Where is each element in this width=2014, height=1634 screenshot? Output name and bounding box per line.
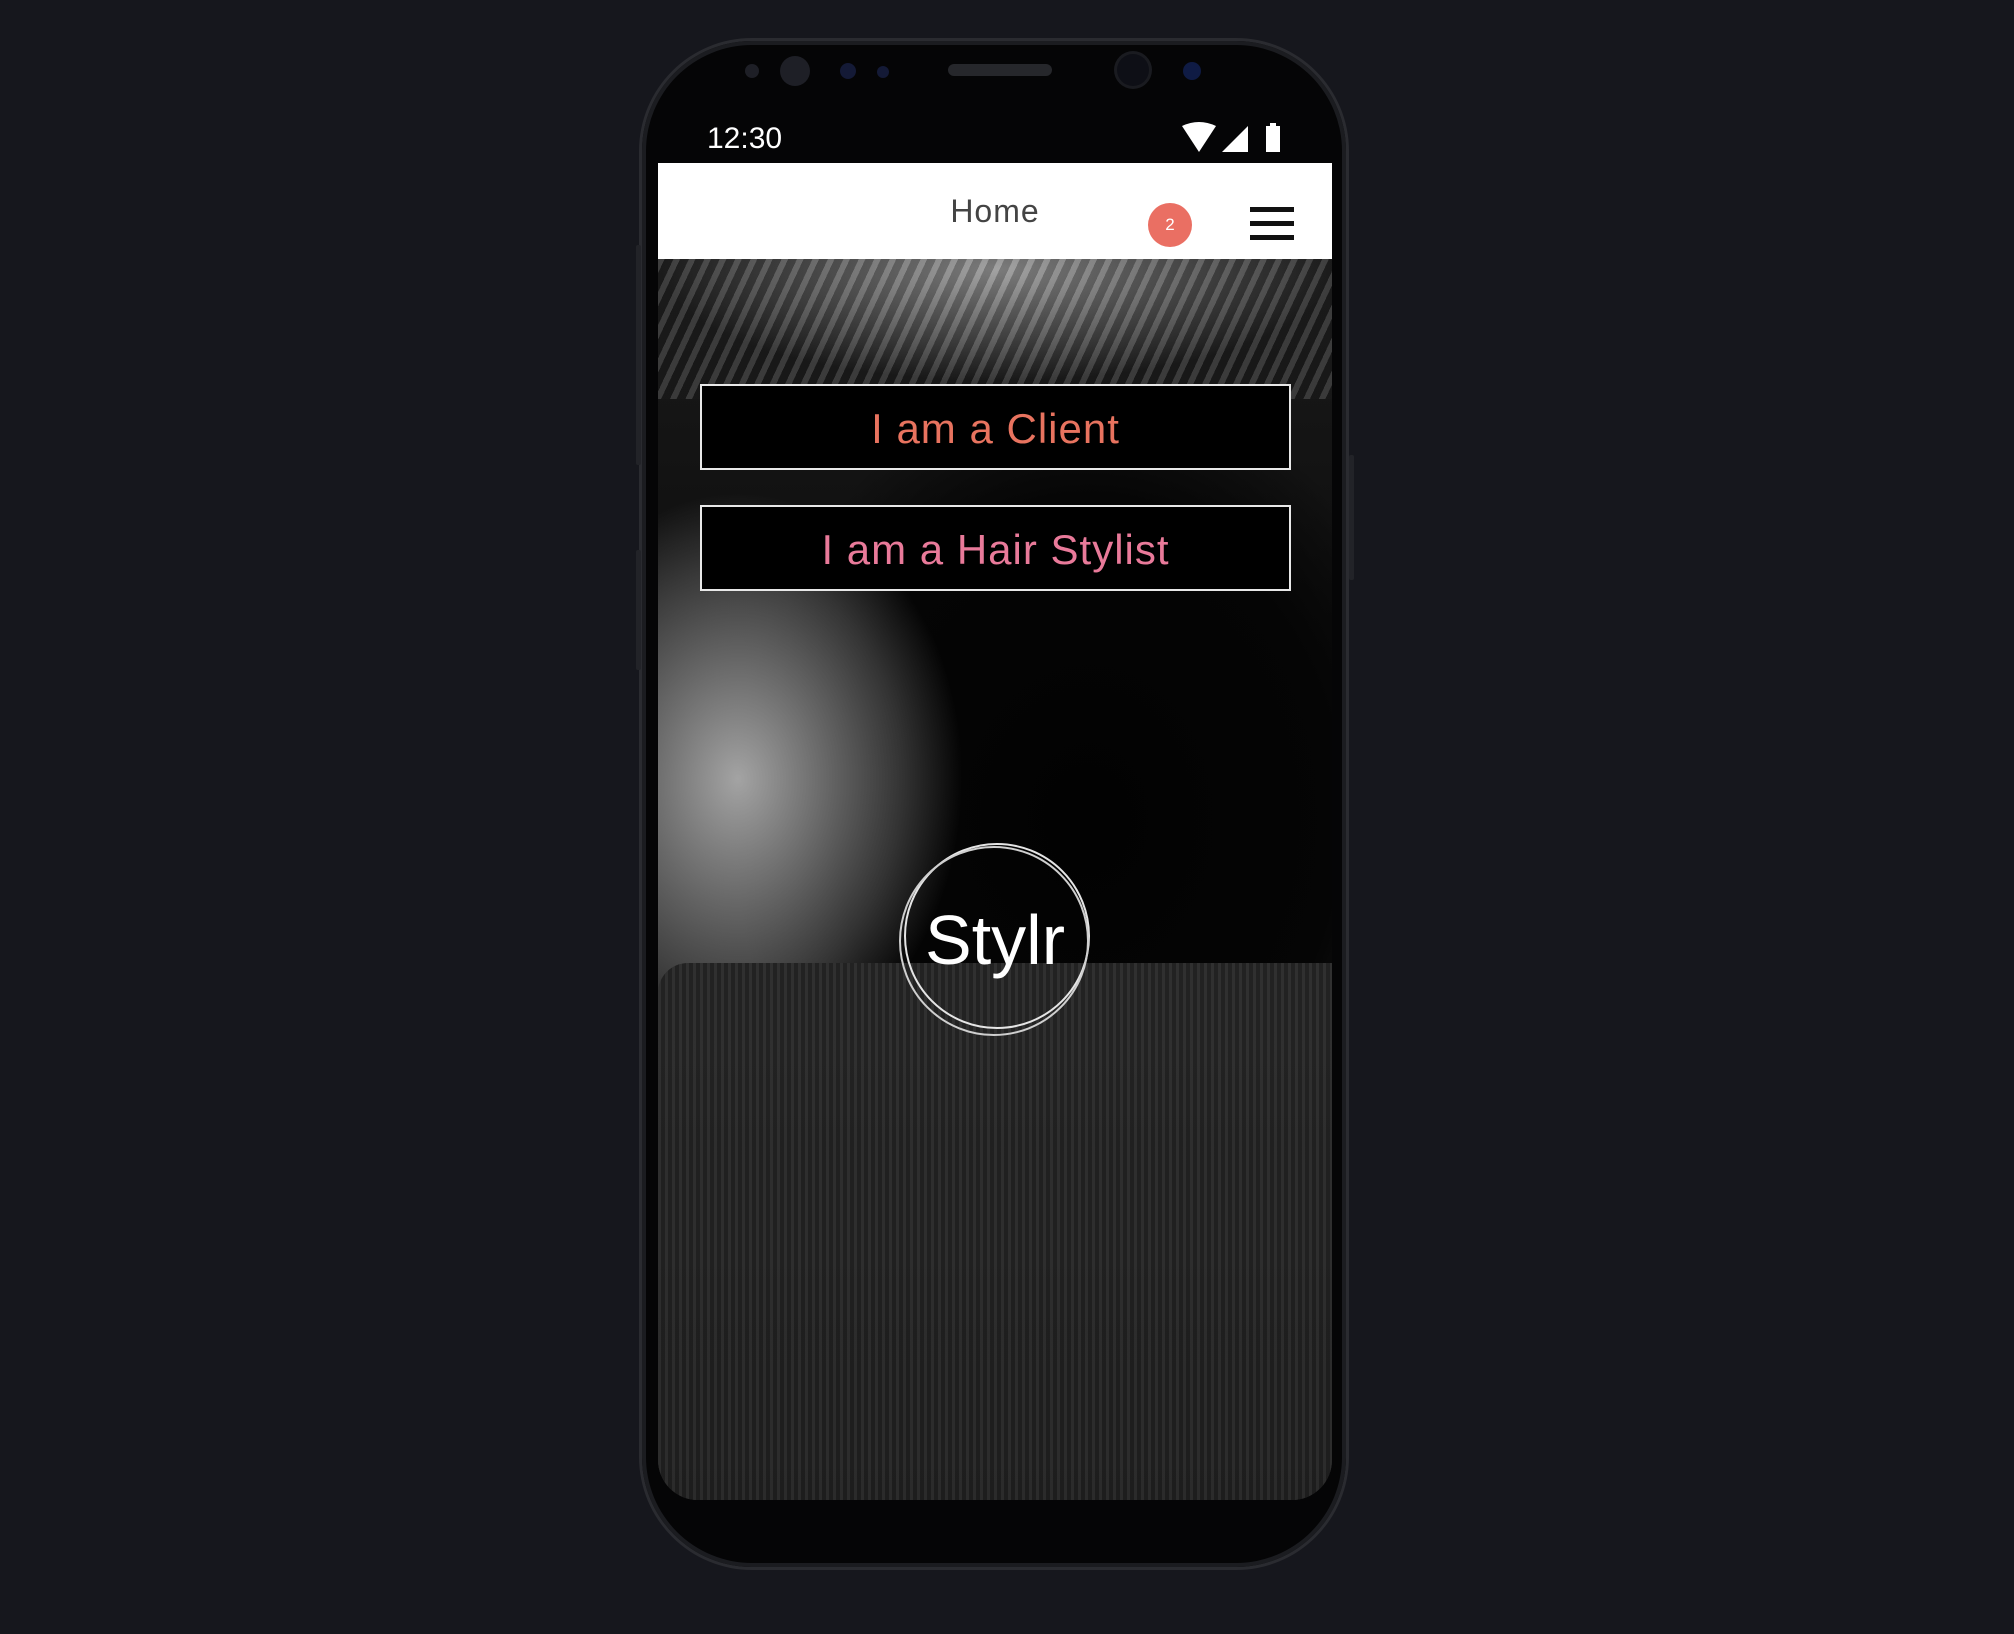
hair-stylist-button[interactable]: I am a Hair Stylist: [700, 505, 1291, 591]
sensor: [877, 66, 889, 78]
logo-text: Stylr: [925, 901, 1065, 979]
volume-button: [636, 245, 641, 465]
iris-scanner: [780, 56, 810, 86]
sensor: [840, 63, 856, 79]
notification-badge[interactable]: 2: [1148, 203, 1192, 247]
status-time: 12:30: [707, 122, 783, 155]
camera-lens: [1183, 62, 1201, 80]
status-icons: [1182, 122, 1280, 152]
sensor: [745, 64, 759, 78]
power-button: [1349, 455, 1354, 580]
background-photo-sweater: [658, 963, 1332, 1500]
app-header: Home 2: [658, 163, 1332, 259]
battery-icon: [1266, 126, 1280, 152]
front-camera: [1117, 54, 1149, 86]
app-screen: Home 2 I am a Client I am a Hair Stylist…: [658, 163, 1332, 1500]
signal-icon: [1222, 126, 1248, 152]
background-photo-hair: [658, 259, 1332, 399]
hamburger-menu-icon[interactable]: [1250, 207, 1294, 241]
earpiece-speaker: [948, 64, 1052, 76]
stylr-logo: Stylr: [898, 838, 1092, 1038]
wifi-icon: [1182, 122, 1216, 152]
bixby-button: [636, 550, 641, 670]
page-title: Home: [950, 193, 1040, 229]
client-button[interactable]: I am a Client: [700, 384, 1291, 470]
